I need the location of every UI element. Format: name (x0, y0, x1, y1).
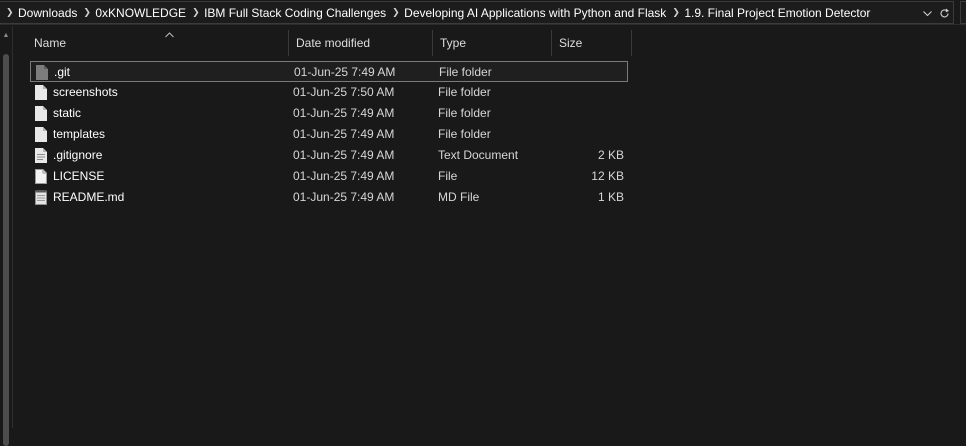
file-type: File folder (438, 106, 491, 120)
column-label-name: Name (34, 36, 67, 50)
file-row-license[interactable]: LICENSE 01-Jun-25 7:49 AM File 12 KB (30, 166, 628, 187)
nav-scrollbar-thumb[interactable] (3, 54, 9, 446)
file-type: File folder (438, 127, 491, 141)
file-size (551, 124, 624, 145)
file-name: static (53, 106, 82, 120)
file-date: 01-Jun-25 7:49 AM (293, 148, 395, 162)
column-label-date: Date modified (296, 36, 371, 50)
file-name: templates (53, 127, 106, 141)
breadcrumb[interactable]: ❯ Downloads ❯ 0xKNOWLEDGE ❯ IBM Full Sta… (0, 1, 954, 24)
navigation-pane: ▲ (0, 26, 12, 446)
breadcrumb-item[interactable]: Developing AI Applications with Python a… (404, 6, 666, 20)
file-name: .gitignore (53, 148, 103, 162)
breadcrumb-item[interactable]: 0xKNOWLEDGE (95, 6, 186, 20)
chevron-right-icon[interactable]: ❯ (392, 7, 400, 18)
folder-icon (36, 65, 48, 80)
file-name: README.md (53, 190, 125, 204)
sort-ascending-icon (165, 30, 174, 40)
file-date: 01-Jun-25 7:49 AM (293, 169, 395, 183)
column-label-size: Size (559, 36, 583, 50)
file-row-templates[interactable]: templates 01-Jun-25 7:49 AM File folder (30, 124, 628, 145)
file-row-gitignore[interactable]: .gitignore 01-Jun-25 7:49 AM Text Docume… (30, 145, 628, 166)
file-type: Text Document (438, 148, 519, 162)
file-size (552, 62, 625, 83)
address-bar: ❯ Downloads ❯ 0xKNOWLEDGE ❯ IBM Full Sta… (0, 0, 966, 25)
column-header-type[interactable]: Type (433, 30, 552, 56)
file-date: 01-Jun-25 7:49 AM (293, 127, 395, 141)
column-header: Name Date modified Type Size (13, 26, 966, 57)
file-name: LICENSE (53, 169, 105, 183)
column-label-type: Type (440, 36, 467, 50)
file-row-static[interactable]: static 01-Jun-25 7:49 AM File folder (30, 103, 628, 124)
file-size: 2 KB (597, 148, 624, 162)
file-date: 01-Jun-25 7:49 AM (294, 65, 396, 79)
scroll-up-arrow-icon[interactable]: ▲ (2, 32, 10, 40)
chevron-right-icon[interactable]: ❯ (83, 7, 91, 18)
column-header-size[interactable]: Size (552, 30, 632, 56)
breadcrumb-item[interactable]: IBM Full Stack Coding Challenges (204, 6, 386, 20)
file-size: 12 KB (591, 169, 624, 183)
breadcrumb-item-current[interactable]: 1.9. Final Project Emotion Detector (684, 6, 870, 20)
column-header-name[interactable]: Name (27, 30, 289, 56)
chevron-down-icon[interactable] (919, 3, 936, 23)
file-type: MD File (438, 190, 480, 204)
file-row-screenshots[interactable]: screenshots 01-Jun-25 7:50 AM File folde… (30, 82, 628, 103)
chevron-right-icon[interactable]: ❯ (6, 7, 14, 18)
file-size (551, 103, 624, 124)
breadcrumb-item[interactable]: Downloads (18, 6, 77, 20)
file-row-readme[interactable]: README.md 01-Jun-25 7:49 AM MD File 1 KB (30, 187, 628, 208)
address-actions (919, 2, 953, 23)
file-name: .git (54, 65, 71, 79)
file-type: File folder (438, 85, 491, 99)
file-date: 01-Jun-25 7:49 AM (293, 106, 395, 120)
file-list: Name Date modified Type Size .git 01-Jun… (13, 26, 966, 428)
file-row-git[interactable]: .git 01-Jun-25 7:49 AM File folder (30, 61, 628, 82)
file-date: 01-Jun-25 7:50 AM (293, 85, 395, 99)
chevron-right-icon[interactable]: ❯ (192, 7, 200, 18)
file-name: screenshots (53, 85, 118, 99)
notepad-file-icon (35, 190, 47, 205)
file-size (551, 82, 624, 103)
folder-icon (35, 106, 47, 121)
file-type: File folder (439, 65, 492, 79)
file-date: 01-Jun-25 7:49 AM (293, 190, 395, 204)
blank-file-icon (35, 169, 47, 184)
column-header-date[interactable]: Date modified (289, 30, 433, 56)
text-file-icon (35, 148, 47, 163)
folder-icon (35, 127, 47, 142)
chevron-right-icon[interactable]: ❯ (672, 7, 680, 18)
search-box[interactable] (960, 1, 966, 24)
folder-icon (35, 85, 47, 100)
file-size: 1 KB (597, 190, 624, 204)
file-type: File (438, 169, 458, 183)
refresh-icon[interactable] (936, 3, 953, 23)
